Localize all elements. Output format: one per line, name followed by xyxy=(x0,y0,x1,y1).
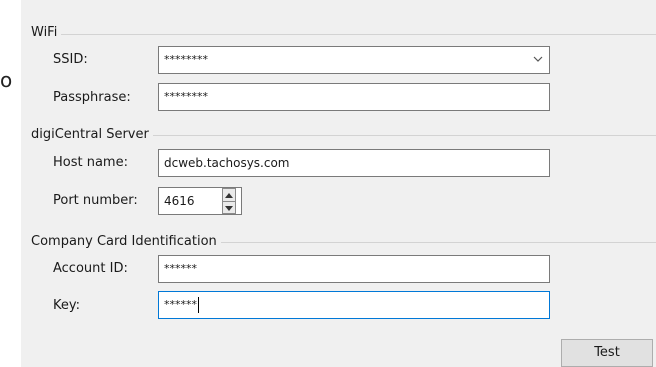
account-id-input[interactable]: ****** xyxy=(158,255,550,283)
stray-glyph: o xyxy=(0,68,13,92)
passphrase-input[interactable]: ******** xyxy=(158,83,550,111)
passphrase-value: ******** xyxy=(164,90,208,103)
account-id-value: ****** xyxy=(164,262,197,275)
host-name-label: Host name: xyxy=(53,155,128,170)
text-caret xyxy=(198,297,199,313)
port-number-spinner[interactable] xyxy=(222,188,236,214)
wifi-group-title: WiFi xyxy=(31,25,62,41)
chevron-down-icon[interactable] xyxy=(533,55,543,63)
key-input[interactable]: ****** xyxy=(158,291,550,319)
port-number-value: 4616 xyxy=(164,194,195,208)
port-number-label: Port number: xyxy=(53,193,138,208)
host-name-value: dcweb.tachosys.com xyxy=(164,156,290,170)
spin-down-button[interactable] xyxy=(223,202,235,214)
card-group-title: Company Card Identification xyxy=(31,234,221,250)
account-id-label: Account ID: xyxy=(53,261,128,276)
wifi-group-divider xyxy=(31,34,656,35)
ssid-label: SSID: xyxy=(53,52,88,67)
passphrase-label: Passphrase: xyxy=(53,90,131,105)
triangle-up-icon xyxy=(225,192,233,198)
ssid-combobox[interactable]: ******** xyxy=(158,46,550,74)
triangle-down-icon xyxy=(225,205,233,211)
host-name-input[interactable]: dcweb.tachosys.com xyxy=(158,149,550,177)
spin-up-button[interactable] xyxy=(223,189,235,202)
server-group-title: digiCentral Server xyxy=(31,127,153,143)
key-value: ****** xyxy=(164,298,197,311)
ssid-value: ******** xyxy=(164,53,208,66)
settings-panel: WiFi SSID: ******** Passphrase: ********… xyxy=(21,0,656,367)
key-label: Key: xyxy=(53,298,81,313)
test-button[interactable]: Test xyxy=(561,339,653,367)
